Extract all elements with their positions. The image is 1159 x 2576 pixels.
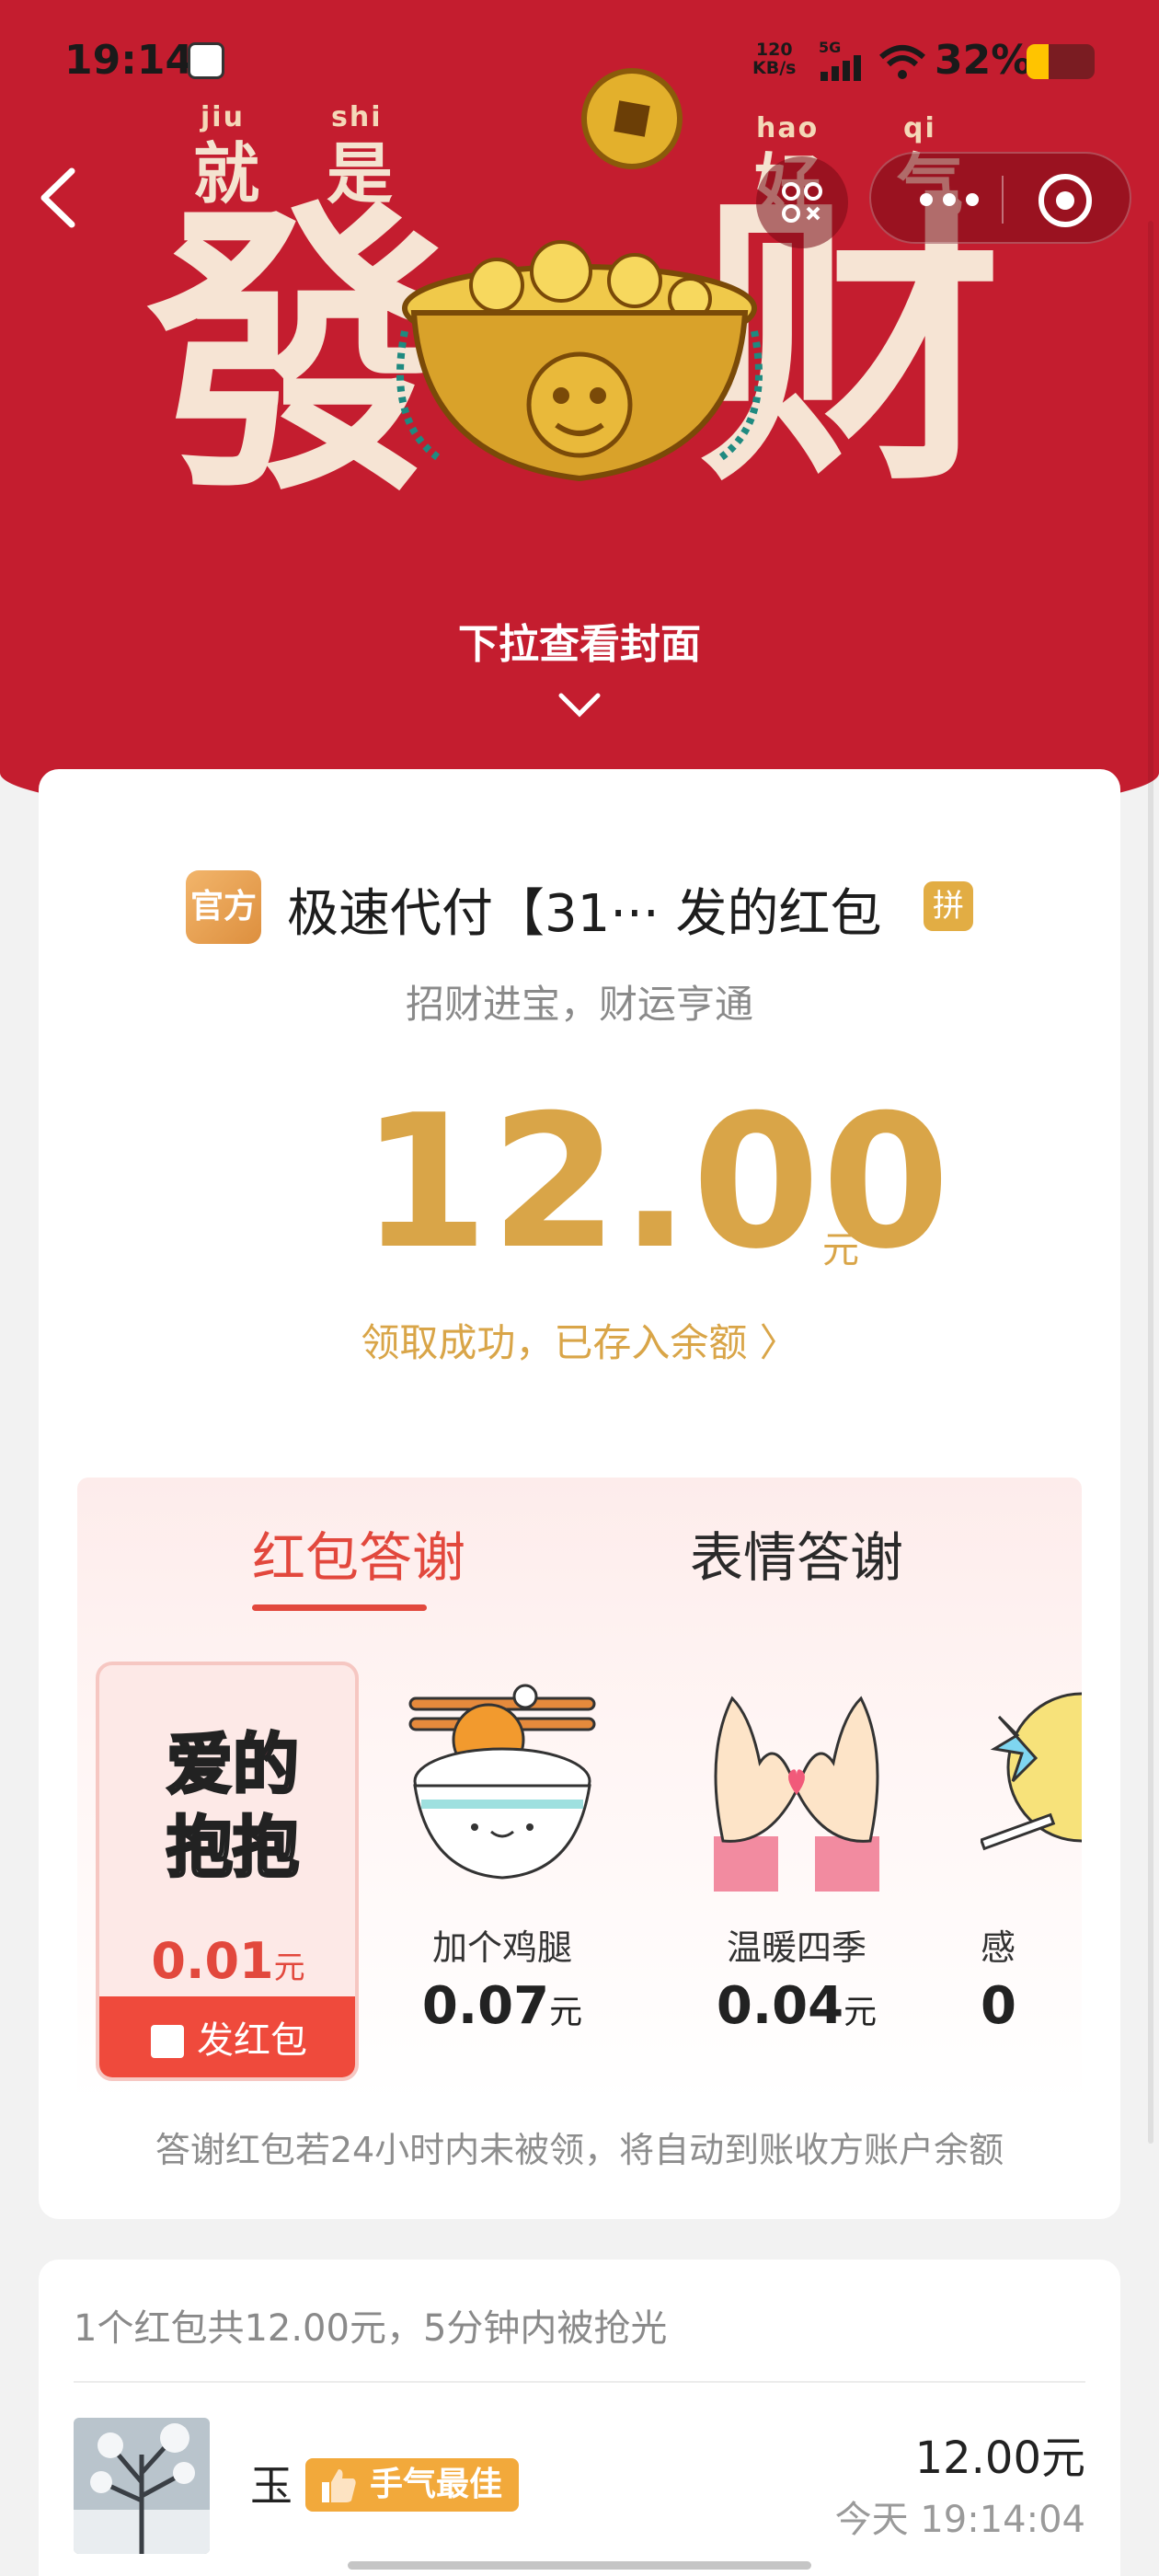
gift-price-value: 0.01	[151, 1932, 274, 1990]
gift-price-value: 0.04	[716, 1976, 844, 2036]
hug-sticker-icon: 爱的 抱抱	[165, 1725, 300, 1888]
wifi-icon	[879, 45, 925, 79]
gift-price-unit: 元	[549, 1994, 583, 2031]
net-speed-unit: KB/s	[752, 58, 797, 78]
net-speed: 120 KB/s	[752, 40, 796, 77]
tab-red-packet-thanks[interactable]: 红包答谢	[252, 1514, 465, 1592]
amount-unit: 元	[822, 1229, 859, 1271]
thanks-panel: 红包答谢 表情答谢 爱的 抱抱 0.01元 发红包 加个鸡腿 0.07元 温暖四…	[77, 1478, 1082, 2103]
best-luck-label: 手气最佳	[370, 2466, 503, 2503]
more-dots-icon[interactable]	[908, 178, 991, 222]
status-time: 19:14	[64, 37, 194, 84]
thumbs-up-icon	[322, 2469, 356, 2502]
gift-price-value: 0.07	[421, 1976, 550, 2036]
gift-price-unit: 元	[273, 1949, 305, 1986]
sticker-line2: 抱抱	[166, 1809, 299, 1886]
back-chevron-icon[interactable]	[37, 166, 83, 230]
pin-badge: 拼	[924, 881, 973, 931]
treasure-bowl-icon	[396, 240, 763, 482]
scrollbar[interactable]	[1148, 221, 1153, 2144]
star-moon-icon	[981, 1692, 1082, 1851]
envelope-card: 官方 极速代付【31··· 发的红包 拼 招财进宝，财运亨通 12.00 元 领…	[39, 769, 1120, 2219]
divider	[74, 2381, 1085, 2383]
cover-header[interactable]: 19:14 120 KB/s 5G 32% jiu shi hao qi 就 是…	[0, 0, 1159, 828]
battery-fill	[1027, 44, 1049, 79]
heart-hands-icon	[714, 1696, 879, 1892]
share-icon	[782, 182, 822, 223]
battery-percent: 32%	[935, 37, 1032, 84]
status-app-icon	[188, 42, 224, 79]
gift-price-value: 0	[981, 1976, 1016, 2036]
receiver-amount: 12.00元	[914, 2432, 1085, 2484]
capsule-divider	[1002, 176, 1004, 224]
receiver-name: 玉	[250, 2461, 293, 2511]
sticker-line1: 爱的	[166, 1726, 299, 1803]
sender-name: 极速代付【31··· 发的红包	[287, 884, 882, 944]
gift-price-unit: 元	[843, 1994, 878, 2031]
battery-icon	[1027, 44, 1095, 79]
net-speed-value: 120	[755, 40, 793, 60]
official-badge: 官方	[186, 870, 261, 944]
rice-bowl-drumstick-icon	[408, 1684, 596, 1880]
send-button-label: 发红包	[197, 2019, 307, 2062]
gift-option[interactable]: 加个鸡腿 0.07元	[392, 1680, 613, 2066]
target-close-icon[interactable]	[1037, 172, 1094, 229]
best-luck-badge: 手气最佳	[305, 2458, 520, 2512]
send-red-packet-button[interactable]: 发红包	[99, 1996, 355, 2077]
gift-price: 0.07元	[392, 1976, 613, 2036]
gold-coin-icon	[581, 68, 683, 169]
pull-down-hint[interactable]: 下拉查看封面	[0, 611, 1159, 670]
claim-record-card: 1个红包共12.00元，5分钟内被抢光 玉 手气最佳 12.00元 今天 19:…	[39, 2260, 1120, 2576]
gift-option-selected[interactable]: 爱的 抱抱 0.01元 发红包	[96, 1662, 359, 2081]
signal-icon	[820, 55, 861, 81]
greeting-text: 招财进宝，财运亨通	[405, 982, 753, 1027]
gift-label: 加个鸡腿	[431, 1927, 572, 1968]
share-button[interactable]	[756, 156, 848, 248]
red-packet-icon	[151, 2025, 184, 2058]
balance-link[interactable]: 领取成功，已存入余额 〉	[39, 1312, 1120, 1368]
receiver-time: 今天 19:14:04	[834, 2499, 1085, 2541]
network-type: 5G	[819, 39, 842, 56]
gift-label: 温暖四季	[726, 1927, 866, 1968]
gift-option-partial[interactable]: 感 0	[981, 1680, 1082, 2066]
chevron-down-icon	[558, 693, 601, 718]
gift-price: 0	[981, 1976, 1082, 2036]
record-summary: 1个红包共12.00元，5分钟内被抢光	[74, 2307, 668, 2350]
gift-price: 0.04元	[686, 1976, 907, 2036]
avatar[interactable]	[74, 2418, 210, 2554]
gift-price: 0.01元	[99, 1932, 355, 1990]
tab-sticker-thanks[interactable]: 表情答谢	[690, 1514, 903, 1592]
mini-program-capsule	[869, 152, 1131, 244]
gift-option[interactable]: 温暖四季 0.04元	[686, 1680, 907, 2066]
home-indicator[interactable]	[348, 2561, 811, 2570]
tab-underline	[252, 1604, 427, 1611]
avatar-snow-tree-image	[74, 2418, 210, 2554]
thanks-note: 答谢红包若24小时内未被领，将自动到账收方账户余额	[155, 2130, 1004, 2170]
received-amount: 12.00	[361, 1075, 952, 1290]
gift-label: 感	[981, 1927, 1016, 1968]
